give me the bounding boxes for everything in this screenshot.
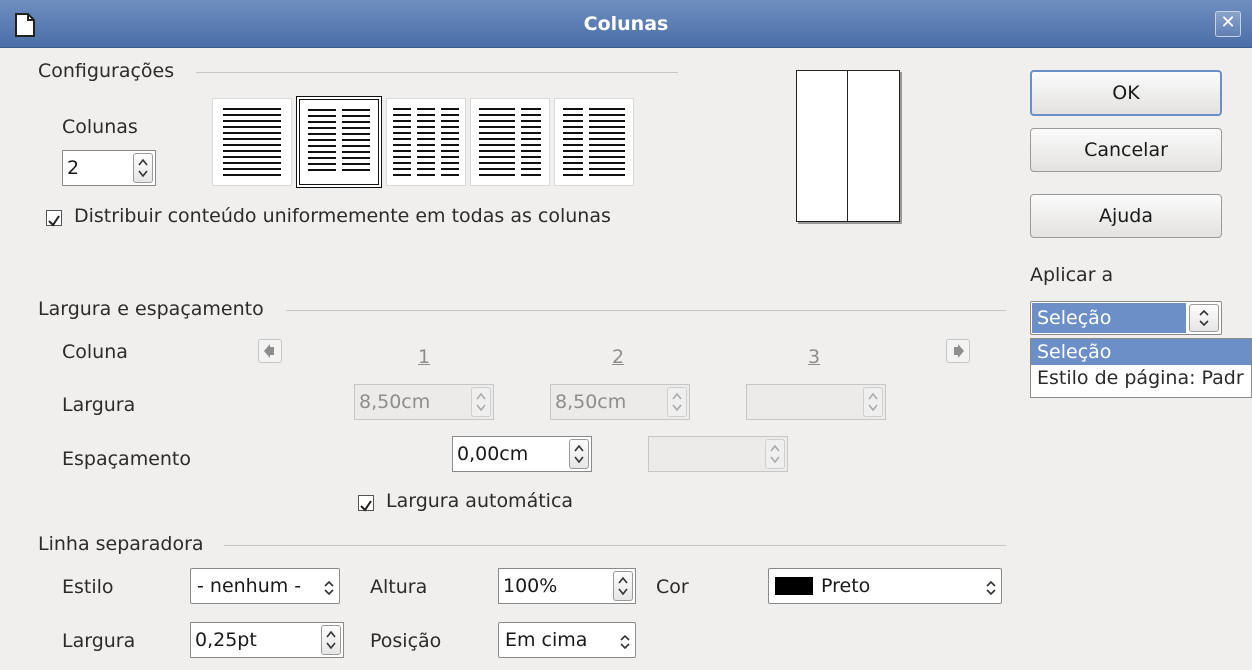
column-number-3: 3 xyxy=(808,346,821,368)
right-arrow-icon[interactable] xyxy=(946,339,970,363)
settings-section-title: Configurações xyxy=(38,60,175,82)
width-spacing-section-title: Largura e espaçamento xyxy=(38,298,264,320)
spacing-spinbox-2[interactable] xyxy=(648,436,788,472)
preset-right-column[interactable] xyxy=(554,98,634,186)
spin-arrows-icon[interactable] xyxy=(471,387,491,417)
window-title: Colunas xyxy=(583,13,669,35)
separator-section-title: Linha separadora xyxy=(38,533,204,555)
line-width-label: Largura xyxy=(62,630,136,652)
ok-button[interactable]: OK xyxy=(1030,70,1222,116)
column-number-1: 1 xyxy=(418,346,431,368)
spin-arrows-icon[interactable] xyxy=(613,571,633,601)
spin-arrows-icon[interactable] xyxy=(321,625,341,655)
preset-two-columns[interactable] xyxy=(296,96,382,188)
spin-arrows-icon[interactable] xyxy=(569,439,589,469)
dropdown-option-selection[interactable]: Seleção xyxy=(1031,339,1251,365)
apply-to-value: Seleção xyxy=(1037,307,1112,329)
column3-width-spinbox[interactable] xyxy=(746,384,886,420)
spacing-spinbox-1[interactable]: 0,00cm xyxy=(452,436,592,472)
spacing-label: Espaçamento xyxy=(62,448,192,470)
apply-to-combo[interactable]: Seleção xyxy=(1030,301,1222,335)
preset-left-column[interactable] xyxy=(470,98,550,186)
preset-one-column[interactable] xyxy=(212,98,292,186)
position-label: Posição xyxy=(370,630,442,652)
width-spacing-separator xyxy=(286,310,1006,311)
apply-to-label: Aplicar a xyxy=(1030,264,1114,286)
combo-arrows-icon[interactable] xyxy=(981,577,996,596)
distribute-checkbox[interactable] xyxy=(46,210,62,227)
color-label: Cor xyxy=(656,576,689,598)
auto-width-checkbox[interactable] xyxy=(358,495,374,512)
color-value: Preto xyxy=(821,575,871,597)
page-preview xyxy=(796,70,900,222)
columns-spinbox[interactable]: 2 xyxy=(62,150,156,186)
line-width-value: 0,25pt xyxy=(195,629,257,651)
width-label: Largura xyxy=(62,394,136,416)
cancel-button[interactable]: Cancelar xyxy=(1030,128,1222,172)
line-width-spinbox[interactable]: 0,25pt xyxy=(190,622,344,658)
columns-label: Colunas xyxy=(62,116,138,138)
position-combo[interactable]: Em cima xyxy=(498,622,636,658)
height-label: Altura xyxy=(370,576,428,598)
spin-arrows-icon[interactable] xyxy=(863,387,883,417)
style-value: - nenhum - xyxy=(197,575,302,597)
spin-arrows-icon[interactable] xyxy=(765,439,785,469)
preset-three-columns[interactable] xyxy=(386,98,466,186)
column-number-2: 2 xyxy=(612,346,625,368)
columns-value: 2 xyxy=(67,157,80,179)
style-label: Estilo xyxy=(62,576,114,598)
column2-width-spinbox[interactable]: 8,50cm xyxy=(550,384,690,420)
color-swatch xyxy=(775,577,813,595)
auto-width-label[interactable]: Largura automática xyxy=(386,490,573,512)
column1-width-spinbox[interactable]: 8,50cm xyxy=(354,384,494,420)
separator-section-line xyxy=(224,545,1006,546)
color-combo[interactable]: Preto xyxy=(768,568,1002,604)
height-value: 100% xyxy=(503,575,558,597)
position-value: Em cima xyxy=(505,629,588,651)
dropdown-option-page-style[interactable]: Estilo de página: Padr xyxy=(1031,365,1251,391)
spin-arrows-icon[interactable] xyxy=(133,153,153,183)
spacing-value-1: 0,00cm xyxy=(457,443,529,465)
close-icon[interactable]: ✕ xyxy=(1215,11,1241,37)
height-spinbox[interactable]: 100% xyxy=(498,568,636,604)
spin-arrows-icon[interactable] xyxy=(667,387,687,417)
help-button[interactable]: Ajuda xyxy=(1030,194,1222,238)
style-combo[interactable]: - nenhum - xyxy=(190,568,340,604)
settings-separator xyxy=(196,72,678,73)
combo-arrows-icon[interactable] xyxy=(319,577,334,596)
column-label: Coluna xyxy=(62,341,128,363)
distribute-label[interactable]: Distribuir conteúdo uniformemente em tod… xyxy=(74,205,611,227)
apply-to-dropdown[interactable]: Seleção Estilo de página: Padr xyxy=(1030,338,1252,398)
column1-width-value: 8,50cm xyxy=(359,391,431,413)
combo-arrows-icon[interactable] xyxy=(615,631,630,650)
preview-column-divider xyxy=(847,71,848,221)
combo-arrows-icon[interactable] xyxy=(1189,304,1219,332)
column2-width-value: 8,50cm xyxy=(555,391,627,413)
left-arrow-icon[interactable] xyxy=(258,339,282,363)
